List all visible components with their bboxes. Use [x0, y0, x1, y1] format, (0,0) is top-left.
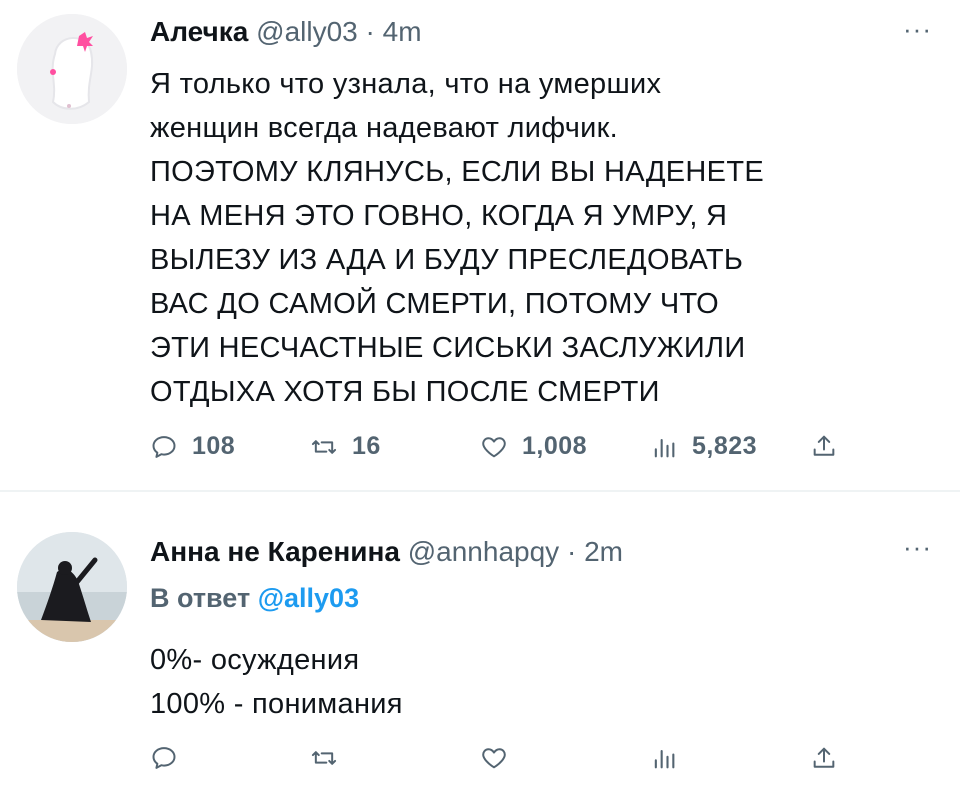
tweet[interactable]: Алечка @ally03 · 4m ··· Я только что узн… — [0, 0, 960, 490]
user-handle[interactable]: @ally03 — [256, 16, 358, 47]
views-icon — [654, 438, 675, 457]
more-options-icon[interactable]: ··· — [903, 14, 932, 45]
reply-button[interactable]: 108 — [150, 432, 235, 461]
retweet-icon — [311, 751, 337, 765]
like-icon — [482, 436, 506, 457]
retweet-button[interactable] — [310, 744, 352, 772]
replying-to-label: В ответ — [150, 583, 251, 613]
tweet-text: Я только что узнала, что на умерших женщ… — [150, 62, 930, 414]
reply-button[interactable] — [150, 744, 192, 772]
share-icon — [813, 747, 835, 768]
views-button[interactable]: 5,823 — [650, 432, 757, 461]
separator-dot: · — [365, 16, 375, 47]
like-button[interactable] — [480, 744, 522, 772]
reply-tweet[interactable]: Анна не Каренина @annhapqy · 2m ··· В от… — [0, 492, 960, 797]
tweet-header: Алечка @ally03 · 4m — [150, 14, 422, 50]
reply-icon — [152, 435, 176, 458]
tweet-header: Анна не Каренина @annhapqy · 2m — [150, 534, 623, 570]
retweet-button[interactable]: 16 — [310, 432, 381, 461]
retweet-count: 16 — [352, 432, 381, 460]
tweet-text-line: НА МЕНЯ ЭТО ГОВНО, КОГДА Я УМРУ, Я — [150, 200, 728, 232]
tweet-text-line: 100% - понимания — [150, 688, 403, 720]
like-button[interactable]: 1,008 — [480, 432, 587, 461]
reply-count: 108 — [192, 432, 236, 460]
display-name[interactable]: Алечка — [150, 16, 248, 47]
avatar[interactable] — [17, 14, 127, 124]
share-button[interactable] — [810, 744, 852, 772]
share-icon — [813, 435, 835, 456]
action-bar — [150, 744, 870, 784]
retweet-icon — [311, 439, 337, 454]
views-icon — [654, 749, 675, 769]
tweet-text-line: Я только что узнала, что на умерших — [150, 68, 662, 100]
avatar-image — [17, 14, 127, 124]
reply-icon — [152, 747, 176, 769]
like-icon — [482, 748, 506, 769]
tweet-text-line: женщин всегда надевают лифчик. — [150, 112, 619, 144]
tweet-text-line: ОТДЫХА ХОТЯ БЫ ПОСЛЕ СМЕРТИ — [150, 376, 660, 408]
tweet-text-line: ПОЭТОМУ КЛЯНУСЬ, ЕСЛИ ВЫ НАДЕНЕТЕ — [150, 156, 764, 188]
views-count: 5,823 — [692, 432, 758, 460]
views-button[interactable] — [650, 744, 692, 772]
action-bar: 108 16 1,008 5,823 — [150, 432, 870, 472]
avatar-image — [17, 532, 127, 642]
tweet-text-line: ВЫЛЕЗУ ИЗ АДА И БУДУ ПРЕСЛЕДОВАТЬ — [150, 244, 744, 276]
replying-to-mention[interactable]: @ally03 — [258, 583, 359, 613]
tweet-text-line: ВАС ДО САМОЙ СМЕРТИ, ПОТОМУ ЧТО — [150, 288, 720, 320]
avatar[interactable] — [17, 532, 127, 642]
user-handle[interactable]: @annhapqy — [408, 536, 559, 567]
display-name[interactable]: Анна не Каренина — [150, 536, 400, 567]
timestamp[interactable]: 4m — [383, 16, 422, 47]
share-button[interactable] — [810, 432, 852, 460]
replying-to: В ответ @ally03 — [150, 580, 359, 616]
more-options-icon[interactable]: ··· — [903, 532, 932, 563]
separator-dot: · — [566, 536, 577, 567]
tweet-text-line: ЭТИ НЕСЧАСТНЫЕ СИСЬКИ ЗАСЛУЖИЛИ — [150, 332, 746, 364]
timestamp[interactable]: 2m — [584, 536, 623, 567]
like-count: 1,008 — [522, 432, 588, 460]
tweet-text: 0%- осуждения 100% - понимания — [150, 638, 850, 726]
tweet-text-line: 0%- осуждения — [150, 644, 360, 676]
